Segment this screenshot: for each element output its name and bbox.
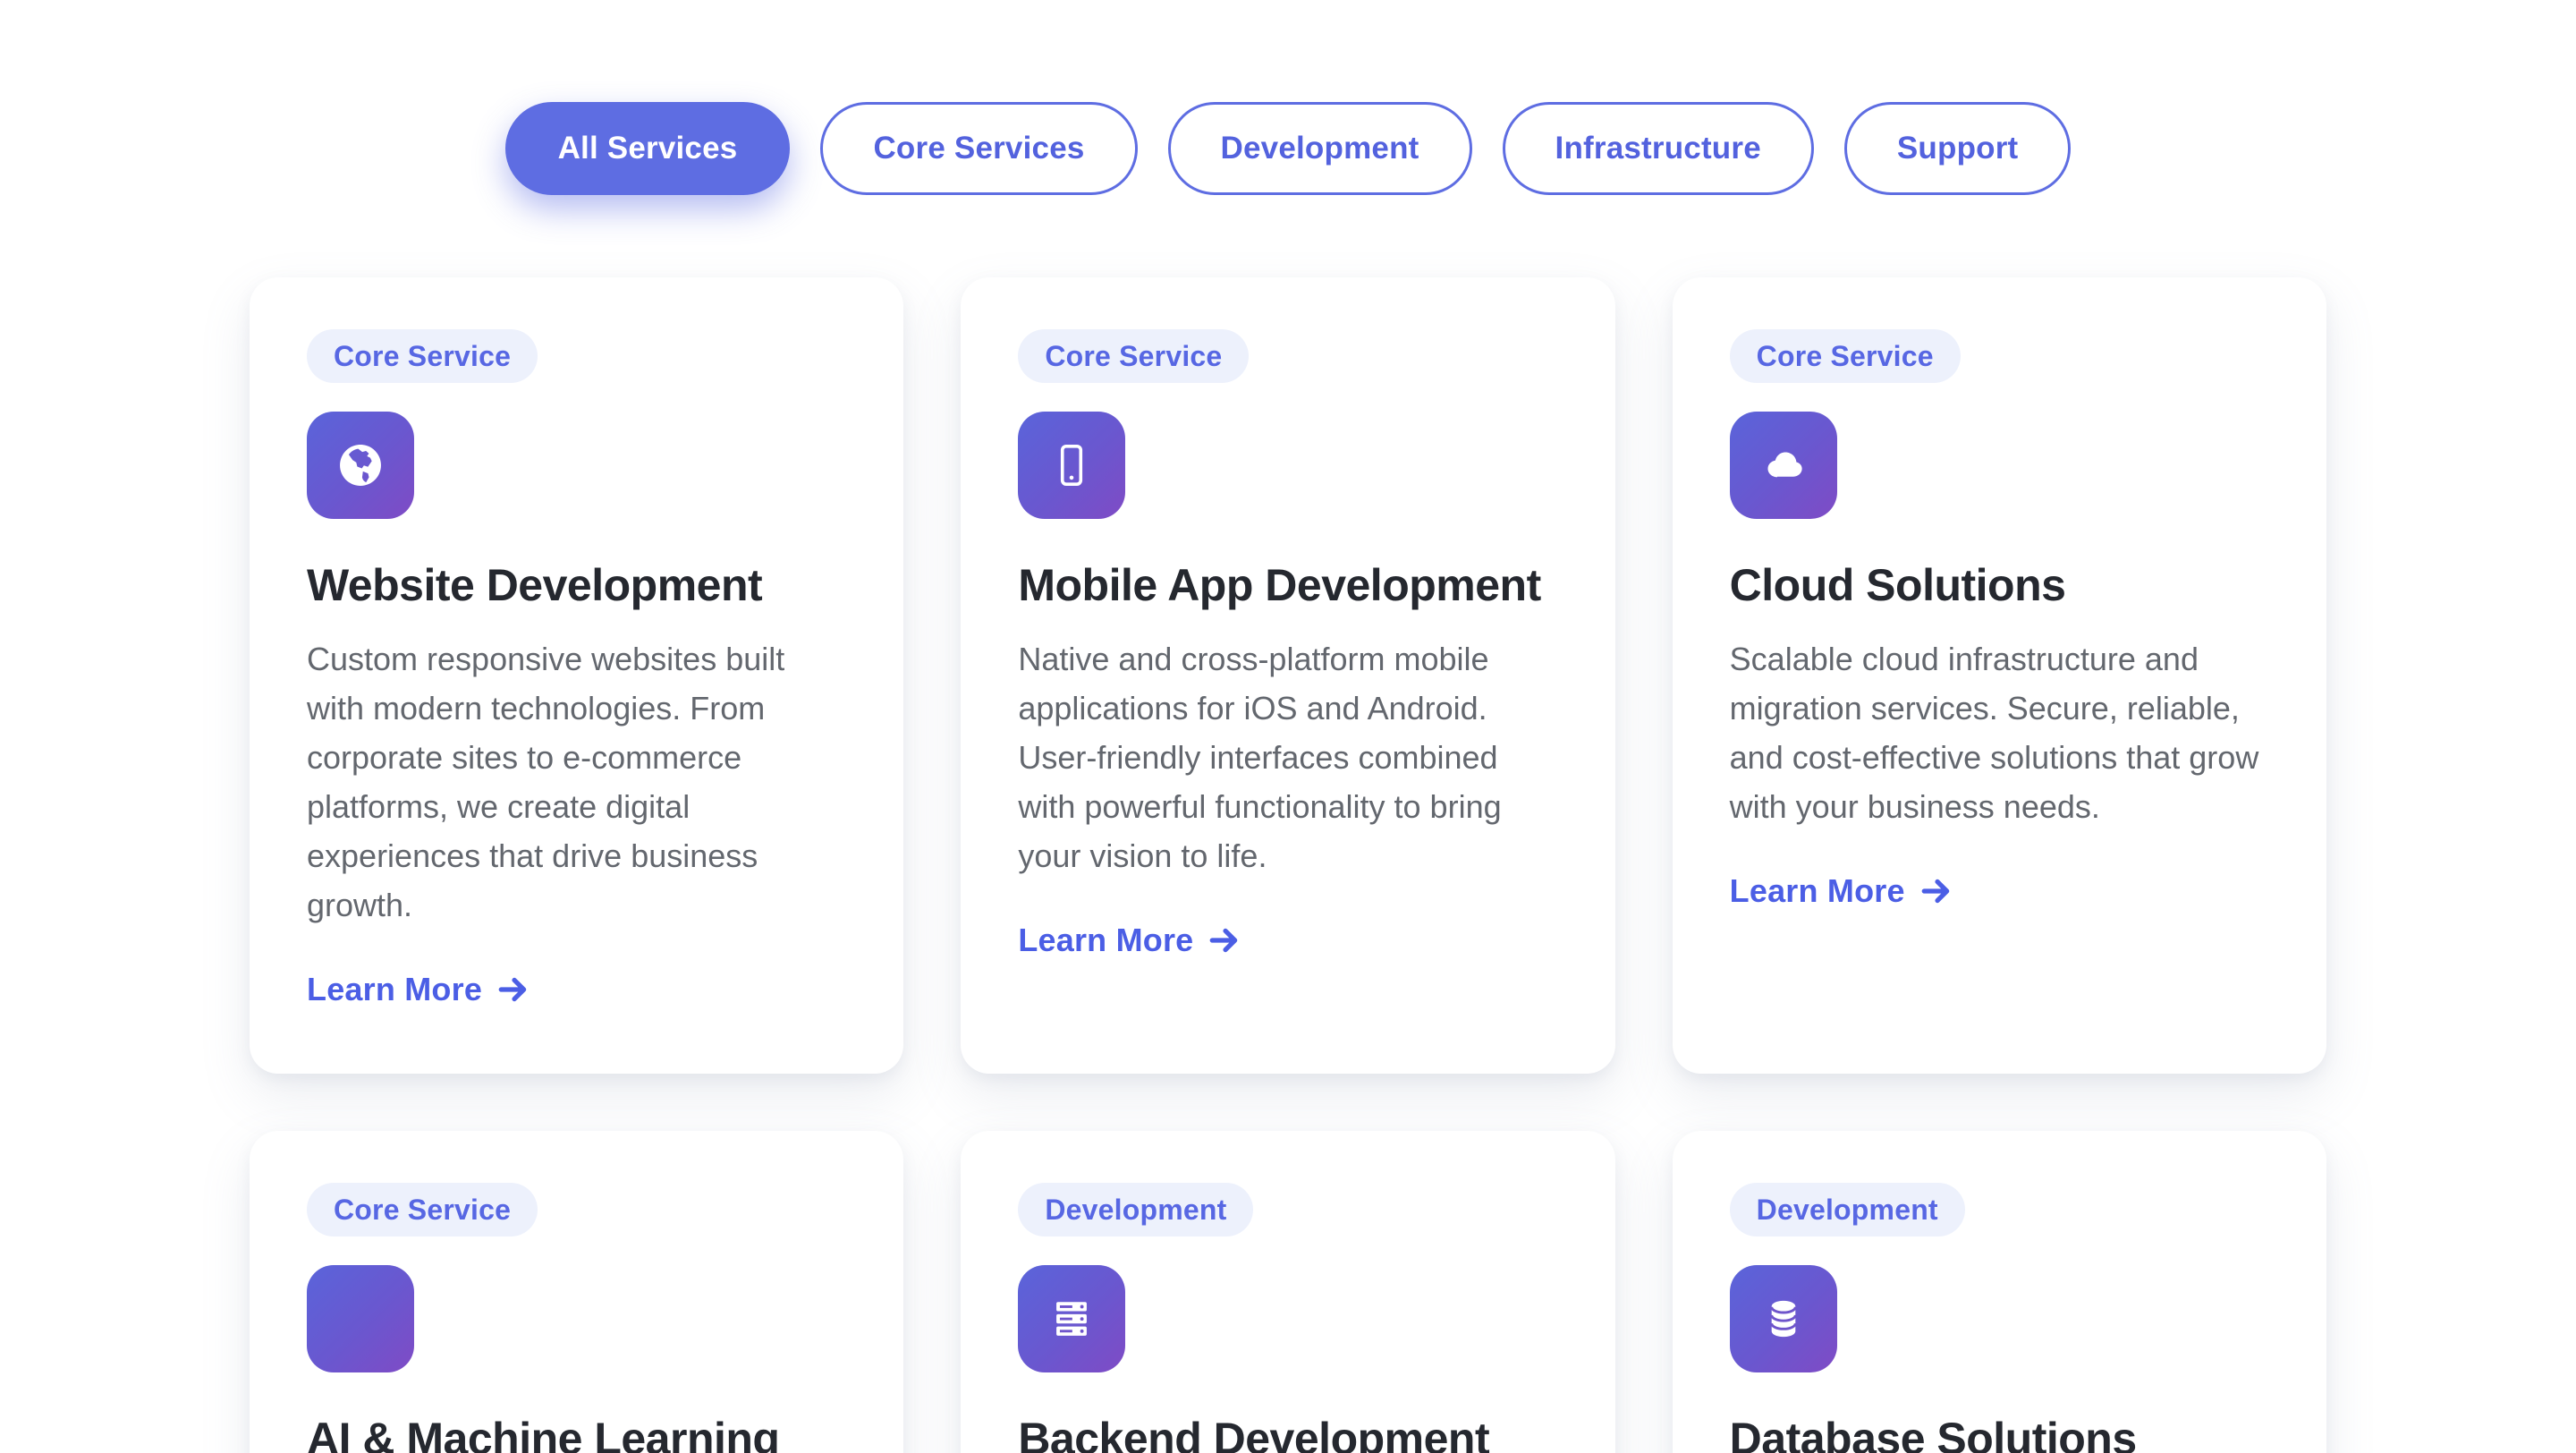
learn-more-label: Learn More xyxy=(1730,872,1905,910)
mobile-icon xyxy=(1046,439,1097,491)
category-badge: Core Service xyxy=(307,1183,538,1236)
service-title: AI & Machine Learning xyxy=(307,1410,779,1453)
service-card-mobile-app-development: Core Service Mobile App Development Nati… xyxy=(961,277,1614,1074)
cloud-icon xyxy=(1758,439,1809,491)
globe-icon xyxy=(335,439,386,491)
service-title: Database Solutions xyxy=(1730,1410,2137,1453)
database-icon xyxy=(1758,1293,1809,1345)
service-icon-tile xyxy=(1018,412,1125,519)
service-card-ai-machine-learning: Core Service AI & Machine Learning xyxy=(250,1131,903,1453)
arrow-right-icon xyxy=(1208,923,1241,957)
category-badge: Core Service xyxy=(1730,329,1961,383)
category-badge: Development xyxy=(1018,1183,1253,1236)
filter-support[interactable]: Support xyxy=(1844,102,2072,195)
service-card-database-solutions: Development Database Solutions xyxy=(1673,1131,2326,1453)
server-icon xyxy=(1046,1293,1097,1345)
arrow-right-icon xyxy=(1919,874,1953,908)
service-title: Mobile App Development xyxy=(1018,557,1540,615)
service-description: Scalable cloud infrastructure and migrat… xyxy=(1730,634,2269,831)
service-icon-tile xyxy=(307,412,414,519)
service-description: Custom responsive websites built with mo… xyxy=(307,634,846,930)
service-title: Backend Development xyxy=(1018,1410,1489,1453)
learn-more-link[interactable]: Learn More xyxy=(1730,872,1953,910)
learn-more-link[interactable]: Learn More xyxy=(307,971,530,1008)
services-grid: Core Service Website Development Custom … xyxy=(250,277,2326,1453)
service-card-cloud-solutions: Core Service Cloud Solutions Scalable cl… xyxy=(1673,277,2326,1074)
service-description: Native and cross-platform mobile applica… xyxy=(1018,634,1557,880)
service-icon-tile xyxy=(307,1265,414,1372)
learn-more-label: Learn More xyxy=(307,971,482,1008)
learn-more-label: Learn More xyxy=(1018,922,1193,959)
service-title: Cloud Solutions xyxy=(1730,557,2066,615)
category-badge: Core Service xyxy=(307,329,538,383)
services-section: All Services Core Services Development I… xyxy=(0,0,2576,1453)
service-card-website-development: Core Service Website Development Custom … xyxy=(250,277,903,1074)
service-icon-tile xyxy=(1730,1265,1837,1372)
arrow-right-icon xyxy=(496,973,530,1007)
service-title: Website Development xyxy=(307,557,762,615)
filter-bar: All Services Core Services Development I… xyxy=(0,0,2576,195)
category-badge: Development xyxy=(1730,1183,1965,1236)
category-badge: Core Service xyxy=(1018,329,1249,383)
service-icon-tile xyxy=(1018,1265,1125,1372)
filter-development[interactable]: Development xyxy=(1168,102,1472,195)
filter-infrastructure[interactable]: Infrastructure xyxy=(1503,102,1814,195)
learn-more-link[interactable]: Learn More xyxy=(1018,922,1241,959)
filter-all-services[interactable]: All Services xyxy=(505,102,791,195)
filter-core-services[interactable]: Core Services xyxy=(820,102,1137,195)
service-icon-tile xyxy=(1730,412,1837,519)
service-card-backend-development: Development xyxy=(961,1131,1614,1453)
